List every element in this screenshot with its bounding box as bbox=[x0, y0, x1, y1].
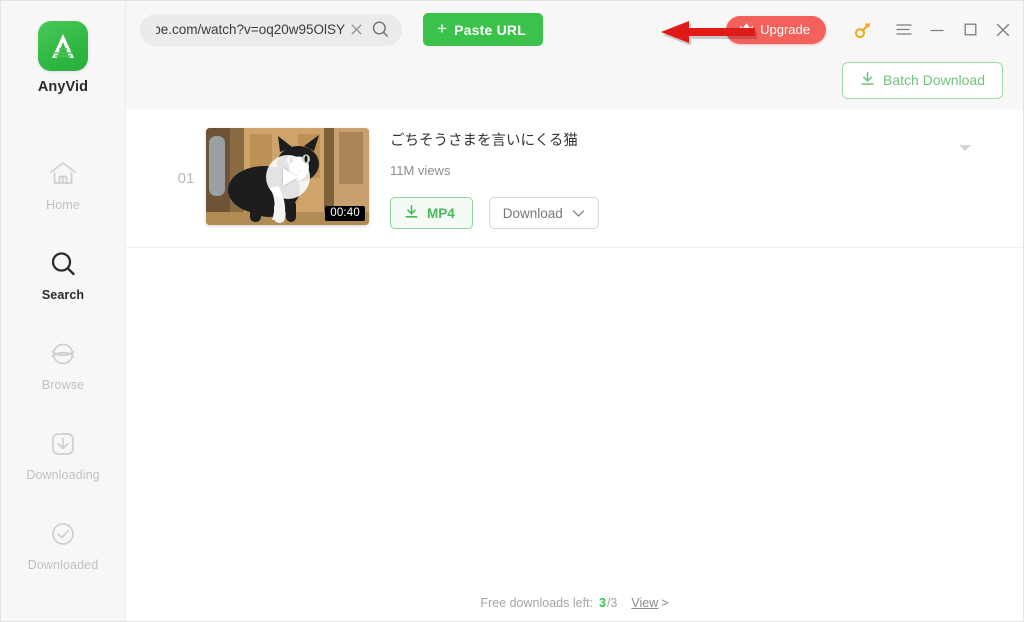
download-icon bbox=[860, 71, 875, 89]
sidebar-item-label: Browse bbox=[41, 377, 85, 392]
plus-icon: + bbox=[437, 19, 448, 38]
globe-icon bbox=[48, 337, 78, 371]
download-label: Download bbox=[502, 205, 563, 221]
titlebar: tube.com/watch?v=oq20w95OlSY + Paste URL… bbox=[126, 1, 1023, 58]
upgrade-button[interactable]: Upgrade bbox=[726, 15, 826, 44]
close-icon[interactable] bbox=[995, 22, 1011, 38]
sidebar-item-downloaded[interactable]: Downloaded bbox=[1, 499, 125, 589]
batch-download-label: Batch Download bbox=[883, 72, 985, 88]
paste-url-label: Paste URL bbox=[454, 21, 526, 38]
brand: AnyVid bbox=[38, 21, 88, 95]
sidebar-item-label: Downloaded bbox=[27, 557, 99, 572]
window-controls bbox=[896, 22, 1011, 38]
chevron-down-icon bbox=[572, 206, 585, 221]
hamburger-icon[interactable] bbox=[896, 22, 912, 38]
sidebar-item-search[interactable]: Search bbox=[1, 229, 125, 319]
sidebar-item-browse[interactable]: Browse bbox=[1, 319, 125, 409]
sidebar-nav: Home Search Browse Downloading Downloade… bbox=[1, 139, 125, 589]
crown-icon bbox=[739, 22, 754, 37]
sidebar-item-downloading[interactable]: Downloading bbox=[1, 409, 125, 499]
anyvid-window: AnyVid Home Search Browse Downloading Do… bbox=[0, 0, 1024, 622]
row-expand-chevron-down-icon[interactable] bbox=[955, 141, 975, 155]
free-downloads-label: Free downloads left: bbox=[480, 596, 593, 610]
sidebar-item-label: Search bbox=[41, 287, 85, 302]
batch-download-button[interactable]: Batch Download bbox=[842, 61, 1003, 99]
main-area: tube.com/watch?v=oq20w95OlSY + Paste URL… bbox=[126, 1, 1023, 621]
row-actions: MP4 Download bbox=[390, 197, 1003, 230]
minimize-icon[interactable] bbox=[929, 22, 945, 38]
sidebar: AnyVid Home Search Browse Downloading Do… bbox=[1, 1, 126, 621]
sidebar-item-label: Downloading bbox=[26, 467, 100, 482]
home-icon bbox=[48, 157, 78, 191]
paste-url-button[interactable]: + Paste URL bbox=[423, 13, 543, 46]
upgrade-label: Upgrade bbox=[760, 22, 810, 37]
video-views: 11M views bbox=[390, 163, 451, 179]
brand-name: AnyVid bbox=[37, 79, 89, 95]
play-icon[interactable] bbox=[265, 154, 310, 199]
view-chevron: > bbox=[661, 596, 669, 610]
download-mp4-button[interactable]: MP4 bbox=[390, 197, 473, 230]
video-title: ごちそうさまを言いにくる猫 bbox=[390, 133, 578, 149]
key-icon[interactable] bbox=[852, 19, 874, 41]
download-icon bbox=[404, 204, 419, 222]
download-box-icon bbox=[48, 427, 78, 461]
video-info: ごちそうさまを言いにくる猫 11M views MP4 Download bbox=[369, 128, 1003, 230]
search-clear-icon[interactable] bbox=[349, 22, 364, 37]
free-downloads-count: 3 bbox=[598, 596, 606, 610]
sidebar-item-label: Home bbox=[46, 197, 80, 212]
video-thumbnail[interactable]: 00:40 bbox=[206, 128, 369, 225]
view-link[interactable]: View bbox=[631, 596, 658, 610]
footer-status: Free downloads left: 3 /3 View > bbox=[126, 585, 1023, 621]
sidebar-item-home[interactable]: Home bbox=[1, 139, 125, 229]
search-icon bbox=[48, 247, 78, 281]
mp4-label: MP4 bbox=[427, 205, 455, 221]
free-downloads-total: /3 bbox=[606, 596, 618, 610]
search-input[interactable]: tube.com/watch?v=oq20w95OlSY bbox=[156, 22, 345, 37]
results-list: 01 00:40 ごちそうさまを言いにくる猫 11M views MP4 Dow… bbox=[126, 110, 1023, 585]
video-duration: 00:40 bbox=[325, 206, 365, 221]
subheader: Batch Download bbox=[126, 58, 1023, 110]
check-circle-icon bbox=[48, 517, 78, 551]
search-submit-icon[interactable] bbox=[371, 20, 390, 39]
anyvid-logo-icon bbox=[37, 21, 88, 71]
table-row: 01 00:40 ごちそうさまを言いにくる猫 11M views MP4 Dow… bbox=[126, 110, 1023, 249]
row-index: 01 bbox=[177, 170, 195, 187]
download-options-button[interactable]: Download bbox=[488, 197, 599, 230]
search-bar[interactable]: tube.com/watch?v=oq20w95OlSY bbox=[140, 13, 402, 46]
maximize-icon[interactable] bbox=[962, 22, 978, 38]
